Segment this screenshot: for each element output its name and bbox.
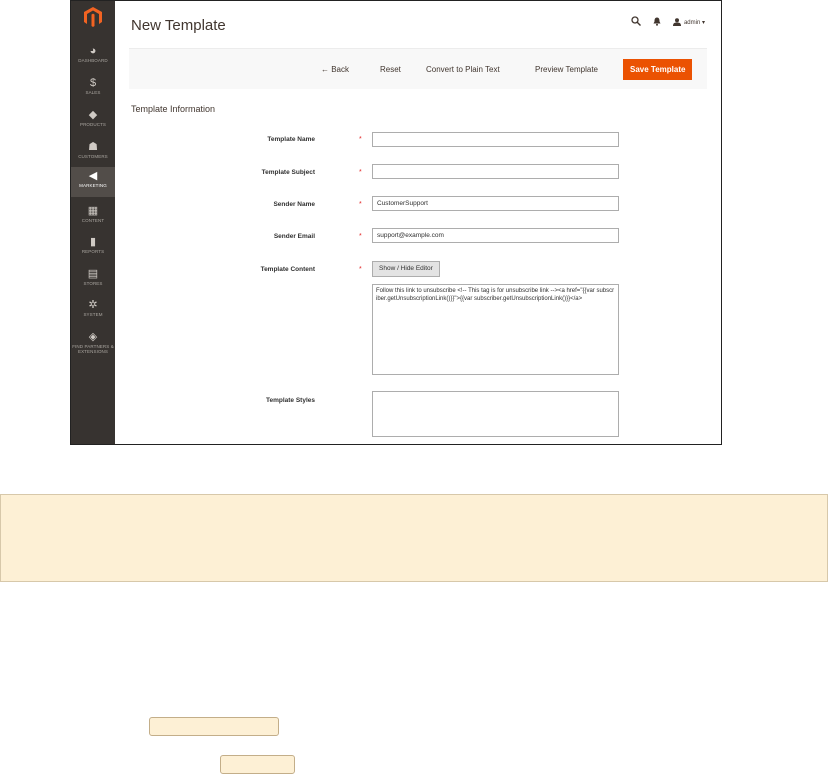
- sidebar-item-dashboard[interactable]: ◕ DASHBOARD: [71, 45, 115, 75]
- megaphone-icon: ◀: [88, 170, 98, 182]
- sidebar-item-label: STORES: [83, 281, 103, 286]
- dollar-icon: $: [89, 77, 97, 89]
- bell-icon[interactable]: [653, 17, 661, 29]
- cube-icon: ◆: [88, 109, 98, 121]
- store-icon: ▤: [87, 268, 99, 280]
- sidebar-item-products[interactable]: ◆ PRODUCTS: [71, 109, 115, 139]
- required-mark: *: [359, 136, 362, 143]
- notice-box: [0, 494, 828, 582]
- template-name-label: Template Name: [267, 136, 315, 143]
- search-icon[interactable]: [631, 16, 641, 29]
- reset-button[interactable]: Reset: [380, 59, 401, 80]
- admin-sidebar: ◕ DASHBOARD $ SALES ◆ PRODUCTS ☗ CUSTOME…: [71, 1, 115, 444]
- gear-icon: ✲: [88, 299, 98, 311]
- sidebar-item-label: MARKETING: [79, 183, 107, 188]
- sidebar-item-system[interactable]: ✲ SYSTEM: [71, 299, 115, 329]
- template-content-textarea[interactable]: Follow this link to unsubscribe <!-- Thi…: [372, 284, 619, 375]
- template-subject-field[interactable]: [372, 164, 619, 179]
- header-actions: admin ▾: [631, 16, 705, 29]
- template-styles-label: Template Styles: [265, 397, 315, 404]
- page-title: New Template: [131, 17, 226, 34]
- sidebar-item-label: CUSTOMERS: [78, 154, 108, 159]
- user-menu[interactable]: admin ▾: [672, 17, 705, 28]
- person-icon: ☗: [88, 141, 98, 153]
- user-icon: [672, 17, 681, 28]
- template-subject-label: Template Subject: [261, 169, 315, 176]
- sidebar-item-label: PRODUCTS: [79, 122, 107, 127]
- sidebar-item-label: DASHBOARD: [78, 58, 108, 63]
- sidebar-item-content[interactable]: ▦ CONTENT: [71, 205, 115, 235]
- dashboard-icon: ◕: [89, 45, 97, 57]
- sidebar-item-label: SYSTEM: [83, 312, 103, 317]
- highlight-pill: [149, 717, 279, 736]
- required-mark: *: [359, 233, 362, 240]
- sender-email-field[interactable]: support@example.com: [372, 228, 619, 243]
- template-name-field[interactable]: [372, 132, 619, 147]
- show-hide-editor-button[interactable]: Show / Hide Editor: [372, 261, 440, 277]
- sender-name-field[interactable]: CustomerSupport: [372, 196, 619, 211]
- back-button[interactable]: ← Back: [321, 59, 349, 80]
- template-styles-textarea[interactable]: [372, 391, 619, 437]
- layout-icon: ▦: [87, 205, 99, 217]
- sidebar-item-label: SALES: [85, 90, 101, 95]
- main-content: New Template admin ▾ ← Back Reset Conver…: [115, 1, 721, 444]
- sidebar-item-stores[interactable]: ▤ STORES: [71, 268, 115, 298]
- user-label: admin ▾: [683, 20, 705, 26]
- required-mark: *: [359, 169, 362, 176]
- sidebar-item-marketing[interactable]: ◀ MARKETING: [71, 167, 115, 197]
- template-content-label: Template Content: [260, 266, 315, 273]
- sidebar-item-label: REPORTS: [81, 249, 105, 254]
- sidebar-item-label: FIND PARTNERS & EXTENSIONS: [72, 344, 114, 354]
- save-template-button[interactable]: Save Template: [623, 59, 693, 80]
- sidebar-item-sales[interactable]: $ SALES: [71, 77, 115, 107]
- sender-email-label: Sender Email: [273, 233, 315, 240]
- admin-screenshot-frame: ◕ DASHBOARD $ SALES ◆ PRODUCTS ☗ CUSTOME…: [70, 0, 722, 445]
- sidebar-item-partners[interactable]: ◈ FIND PARTNERS & EXTENSIONS: [71, 331, 115, 365]
- partners-icon: ◈: [88, 331, 98, 343]
- sidebar-item-label: CONTENT: [81, 218, 105, 223]
- magento-logo[interactable]: [71, 7, 115, 32]
- preview-template-button[interactable]: Preview Template: [535, 59, 598, 80]
- bar-chart-icon: ▮: [89, 236, 97, 248]
- convert-to-plain-text-button[interactable]: Convert to Plain Text: [426, 59, 500, 80]
- required-mark: *: [359, 201, 362, 208]
- highlight-pill: [220, 755, 295, 774]
- sidebar-item-reports[interactable]: ▮ REPORTS: [71, 236, 115, 266]
- page-actions-bar: ← Back Reset Convert to Plain Text Previ…: [129, 48, 707, 89]
- section-title: Template Information: [131, 104, 216, 114]
- required-mark: *: [359, 266, 362, 273]
- sender-name-label: Sender Name: [273, 201, 315, 208]
